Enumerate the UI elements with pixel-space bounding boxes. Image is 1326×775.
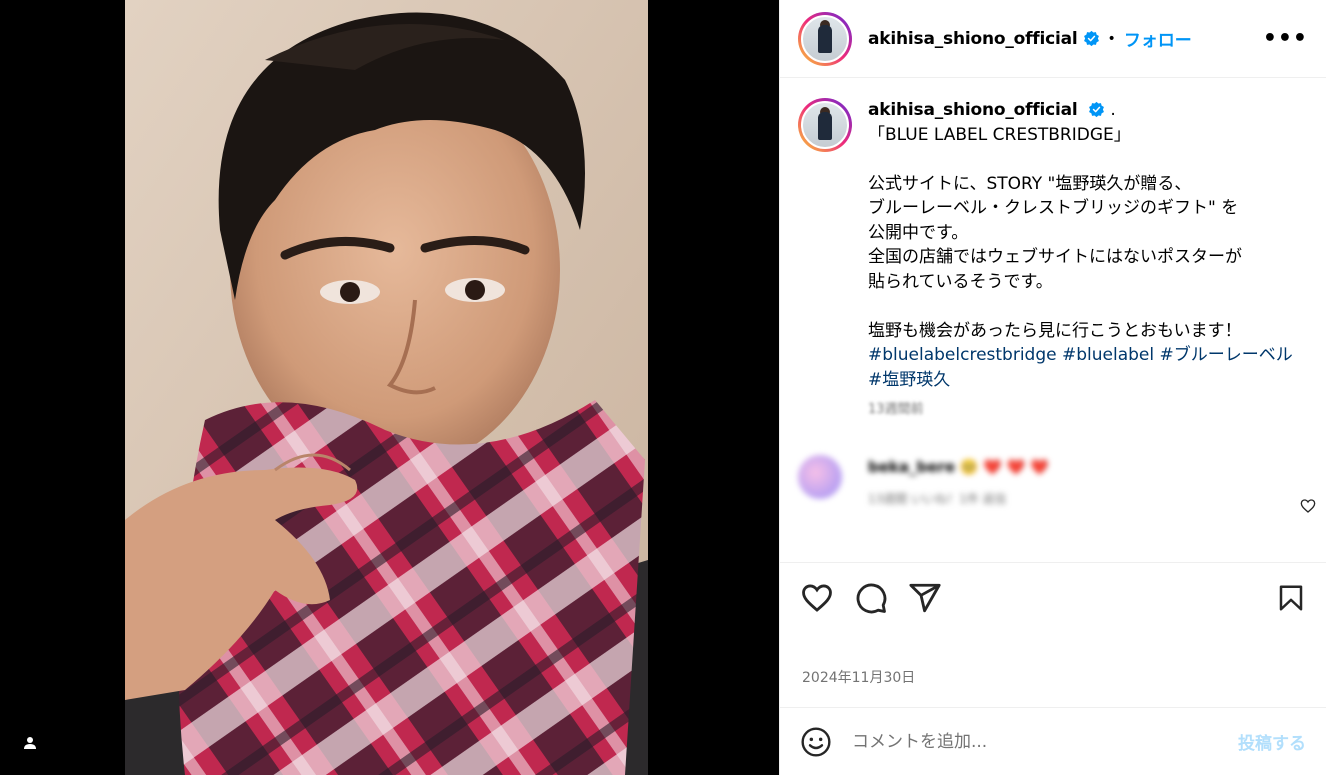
more-options-button[interactable]: ••• (1263, 26, 1308, 51)
post-header: akihisa_shiono_official • フォロー ••• (780, 0, 1326, 78)
follow-button[interactable]: フォロー (1124, 26, 1192, 51)
share-icon[interactable] (908, 581, 942, 615)
commenter-avatar[interactable] (798, 454, 842, 499)
heart-icon[interactable] (800, 581, 834, 615)
caption-hashtags[interactable]: #bluelabelcrestbridge #bluelabel #ブルーレーベ… (868, 343, 1300, 392)
post-comment-button[interactable]: 投稿する (1238, 729, 1306, 754)
user-icon (24, 737, 36, 749)
comment-author[interactable]: beka_bere (868, 458, 955, 476)
verified-badge-icon (1083, 30, 1099, 47)
caption-text: 「BLUE LABEL CRESTBRIDGE」 公式サイトに、STORY "塩… (868, 124, 1242, 341)
author-avatar[interactable] (798, 11, 852, 66)
comment-heart-icon[interactable] (1300, 498, 1316, 514)
post-date: 2024年11月30日 (802, 670, 916, 686)
comment-icon[interactable] (854, 581, 888, 615)
caption-body: akihisa_shiono_official . 「BLUE LABEL CR… (798, 98, 1300, 562)
caption-author-avatar[interactable] (798, 98, 852, 152)
post-side-panel: akihisa_shiono_official • フォロー ••• akihi… (779, 0, 1326, 775)
caption-first-line: . (1110, 100, 1116, 120)
tagged-user-button[interactable] (16, 729, 44, 757)
separator-dot: • (1107, 30, 1116, 47)
emoji-icon[interactable] (800, 726, 832, 758)
post-actions-bar (780, 562, 1326, 632)
caption-username[interactable]: akihisa_shiono_official (868, 100, 1078, 120)
bookmark-icon[interactable] (1276, 583, 1306, 613)
comment-text: 🥺 ❤️ ❤️ ❤️ (959, 457, 1049, 476)
caption-area: akihisa_shiono_official . 「BLUE LABEL CR… (780, 78, 1326, 562)
verified-badge-icon (1089, 101, 1104, 118)
portrait-image (125, 0, 648, 775)
author-username[interactable]: akihisa_shiono_official (868, 29, 1078, 49)
comment-item: beka_bere 🥺 ❤️ ❤️ ❤️ 13週間 いいね！1件 返信 (798, 454, 1312, 512)
add-comment-bar: 投稿する (780, 707, 1326, 775)
post-photo[interactable] (125, 0, 648, 775)
post-media[interactable] (0, 0, 779, 775)
comment-meta: 13週間 いいね！1件 返信 (868, 492, 1007, 506)
post-time-ago: 13週間前 (868, 402, 924, 417)
comment-input[interactable] (852, 731, 1238, 752)
